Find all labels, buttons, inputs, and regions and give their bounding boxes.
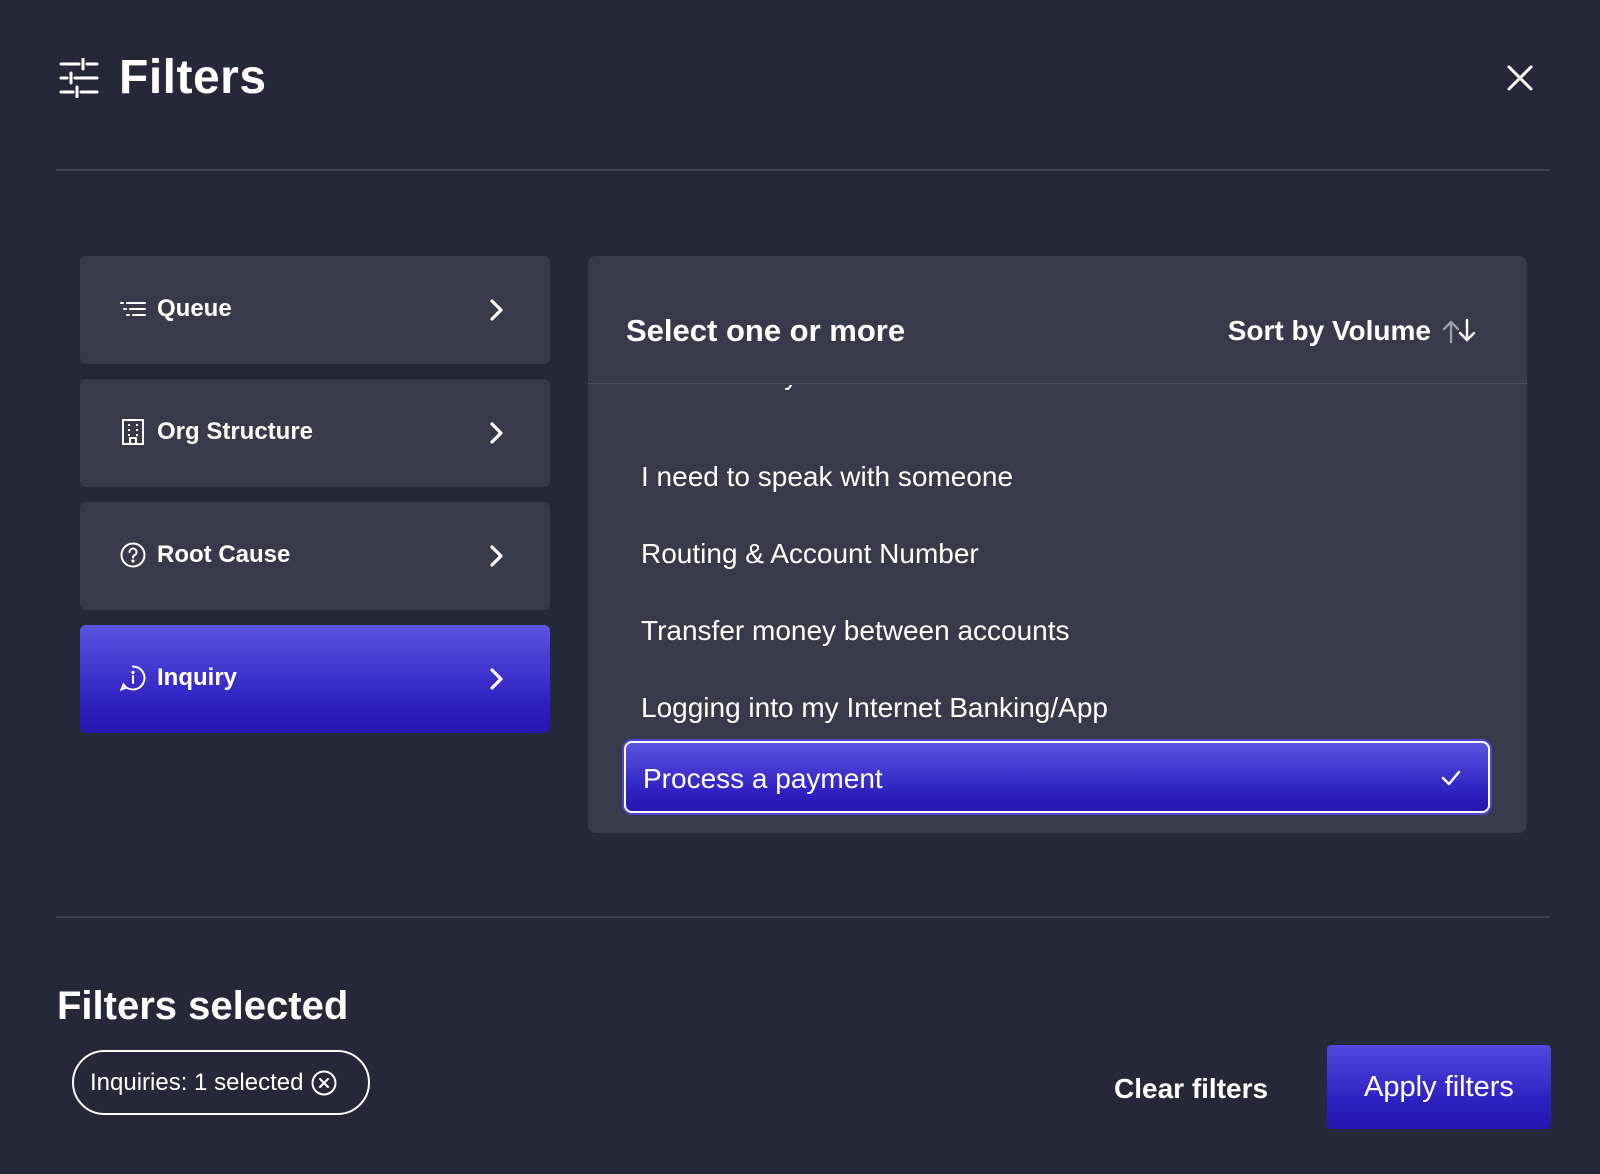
option-item[interactable]: I need to speak with someone <box>624 441 1490 513</box>
panel-header: Select one or more Sort by Volume <box>588 256 1527 384</box>
clear-filters-button[interactable]: Clear filters <box>1114 1072 1268 1106</box>
options-list[interactable]: Fraud on my account I need to speak with… <box>588 385 1527 833</box>
chevron-right-icon <box>490 299 503 321</box>
sort-arrows-icon <box>1442 318 1476 344</box>
sort-button[interactable]: Sort by Volume <box>1228 312 1479 350</box>
building-icon <box>122 419 144 445</box>
dialog-header: Filters <box>57 50 1547 110</box>
options-panel: Select one or more Sort by Volume Fraud … <box>588 256 1527 833</box>
option-item[interactable]: Logging into my Internet Banking/App <box>624 672 1490 744</box>
check-icon <box>1441 770 1461 786</box>
close-button[interactable] <box>1500 58 1540 98</box>
option-item-selected[interactable]: Process a payment <box>624 741 1490 813</box>
chevron-right-icon <box>490 668 503 690</box>
filter-categories: Queue Org Structure Root Cause Inquiry <box>80 256 550 748</box>
close-icon <box>1507 65 1533 91</box>
option-item[interactable]: Transfer money between accounts <box>624 595 1490 667</box>
option-label: Process a payment <box>643 763 883 794</box>
dialog-title: Filters <box>119 51 267 104</box>
category-label: Queue <box>157 295 232 322</box>
question-circle-icon <box>120 542 146 568</box>
header-divider <box>56 169 1550 171</box>
category-root-cause[interactable]: Root Cause <box>80 502 550 610</box>
sliders-icon <box>59 58 99 98</box>
chevron-right-icon <box>490 422 503 444</box>
category-queue[interactable]: Queue <box>80 256 550 364</box>
footer-divider <box>56 916 1550 918</box>
category-inquiry[interactable]: Inquiry <box>80 625 550 733</box>
list-icon <box>120 302 146 316</box>
category-label: Inquiry <box>157 664 238 691</box>
filters-selected-title: Filters selected <box>57 984 349 1028</box>
chip-label: Inquiries: 1 selected <box>90 1068 304 1096</box>
category-org-structure[interactable]: Org Structure <box>80 379 550 487</box>
chevron-right-icon <box>490 545 503 567</box>
category-label: Org Structure <box>157 418 314 445</box>
apply-filters-button[interactable]: Apply filters <box>1327 1045 1551 1129</box>
option-item[interactable]: Fraud on my account <box>624 385 1490 411</box>
panel-title: Select one or more <box>626 313 906 348</box>
sort-label: Sort by Volume <box>1227 315 1431 346</box>
remove-circle-icon[interactable] <box>311 1070 337 1096</box>
selected-filter-chip[interactable]: Inquiries: 1 selected <box>72 1050 370 1115</box>
option-item[interactable]: Routing & Account Number <box>624 518 1490 590</box>
category-label: Root Cause <box>157 541 291 568</box>
info-circle-icon <box>120 665 146 691</box>
